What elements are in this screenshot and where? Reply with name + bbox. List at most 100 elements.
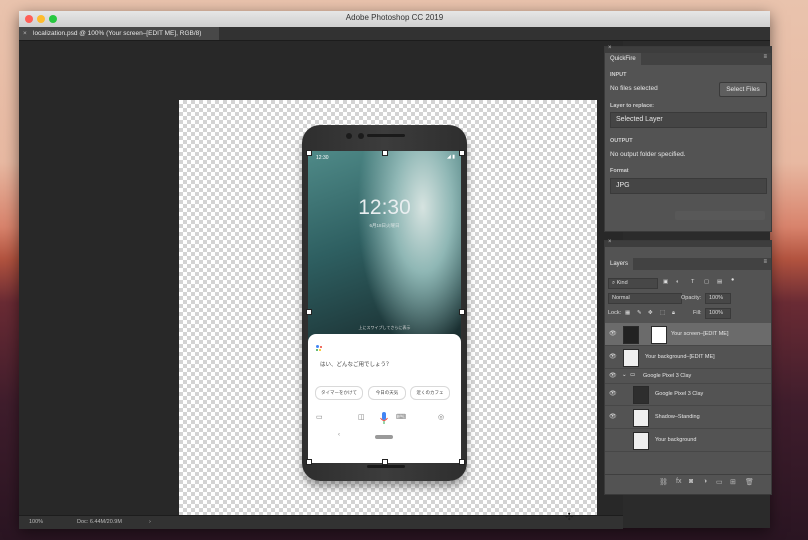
close-tab-icon[interactable]: × <box>23 27 27 40</box>
no-output-text: No output folder specified. <box>610 151 686 158</box>
search-icon: ⌕ <box>612 280 616 286</box>
lock-transparency-icon[interactable]: ▦ <box>625 310 630 316</box>
phone-screen[interactable]: 12:30 ◢ ▮ 12:30 6月18日火曜日 上にスワイプしてさらに表示 は… <box>308 151 461 463</box>
visibility-eye-icon[interactable]: 👁︎ <box>609 390 617 397</box>
visibility-eye-icon[interactable]: 👁︎ <box>609 413 617 420</box>
blend-mode-select[interactable]: Normal <box>608 293 682 304</box>
visibility-eye-icon[interactable]: 👁︎ <box>609 330 617 337</box>
layer-name[interactable]: Your screen–[EDIT ME] <box>671 331 728 337</box>
group-name[interactable]: Google Pixel 3 Clay <box>643 373 691 379</box>
document-tab-label: localization.psd @ 100% (Your screen–[ED… <box>33 30 202 37</box>
transform-handle[interactable] <box>459 309 465 315</box>
front-camera-icon <box>358 133 364 139</box>
microphone-icon[interactable] <box>378 411 390 425</box>
lock-image-icon[interactable]: ✎ <box>637 310 642 316</box>
transform-handle[interactable] <box>382 150 388 156</box>
assistant-logo-icon <box>316 345 324 353</box>
layer-row[interactable]: Your background <box>605 429 771 452</box>
keyboard-icon[interactable]: ⌨ <box>396 413 406 421</box>
trash-icon[interactable]: 🗑︎ <box>745 478 754 486</box>
transform-handle[interactable] <box>382 459 388 465</box>
tab-layers[interactable]: Layers <box>605 258 634 270</box>
link-layers-icon[interactable]: ⛓︎ <box>659 478 668 486</box>
nav-back-icon[interactable]: ‹ <box>338 432 340 438</box>
filter-type-icon[interactable]: T <box>691 279 694 285</box>
transform-handle[interactable] <box>306 309 312 315</box>
tab-quickfire[interactable]: QuickFire <box>605 53 641 65</box>
canvas-area[interactable]: 12:30 ◢ ▮ 12:30 6月18日火曜日 上にスワイプしてさらに表示 は… <box>19 41 623 517</box>
suggestion-chip-weather[interactable]: 今日の天気 <box>368 386 406 400</box>
panel-collapse-bar[interactable]: × <box>605 239 771 247</box>
filter-shape-icon[interactable]: ▢ <box>704 279 709 285</box>
transform-handle[interactable] <box>306 459 312 465</box>
adjustment-layer-icon[interactable]: ◑ <box>703 478 707 485</box>
layers-tabbar: Layers ≡ <box>605 258 771 270</box>
suggestion-chip-cafe[interactable]: 近くのカフェ <box>410 386 450 400</box>
panel-close-icon[interactable]: × <box>608 239 612 245</box>
select-files-button[interactable]: Select Files <box>719 82 767 97</box>
layer-thumbnail <box>633 386 649 404</box>
status-time: 12:30 <box>316 155 329 161</box>
mouse-cursor-icon: ✣ <box>565 512 574 523</box>
create-button-disabled[interactable] <box>675 211 765 220</box>
assistant-prompt: はい、どんなご用でしょう？ <box>320 362 392 368</box>
filter-pixel-icon[interactable]: ▣ <box>663 279 668 285</box>
opacity-label: Opacity: <box>681 295 702 301</box>
layer-row[interactable]: 👁︎ Shadow–Standing <box>605 406 771 429</box>
compass-icon[interactable]: ◎ <box>438 413 444 421</box>
layer-name[interactable]: Google Pixel 3 Clay <box>655 391 703 397</box>
lock-label: Lock: <box>608 310 622 316</box>
nav-home-pill[interactable] <box>375 435 393 439</box>
layer-group-row[interactable]: 👁︎ ⌄ ▭ Google Pixel 3 Clay <box>605 369 771 384</box>
fx-icon[interactable]: fx <box>676 478 681 485</box>
window-title: Adobe Photoshop CC 2019 <box>345 13 444 22</box>
zoom-level[interactable]: 100% <box>29 516 43 529</box>
status-bar: 100% Doc: 6.44M/20.9M › <box>19 515 623 529</box>
layer-to-replace-select[interactable]: Selected Layer <box>610 112 767 128</box>
artboard[interactable]: 12:30 ◢ ▮ 12:30 6月18日火曜日 上にスワイプしてさらに表示 は… <box>179 100 597 517</box>
transform-handle[interactable] <box>459 150 465 156</box>
filter-toggle-icon[interactable]: ● <box>731 277 734 283</box>
new-layer-icon[interactable]: ⊞ <box>730 478 736 486</box>
new-group-icon[interactable]: ▭ <box>716 478 723 486</box>
panel-menu-icon[interactable]: ≡ <box>763 259 767 265</box>
panel-menu-icon[interactable]: ≡ <box>763 54 767 60</box>
panel-close-icon[interactable]: × <box>608 45 612 51</box>
layer-name[interactable]: Your background–[EDIT ME] <box>645 354 715 360</box>
add-mask-icon[interactable]: ◙ <box>689 478 693 485</box>
group-chevron-down-icon[interactable]: ⌄ <box>622 372 627 378</box>
visibility-eye-icon[interactable]: 👁︎ <box>609 353 617 360</box>
filter-smart-object-icon[interactable]: ▤ <box>717 279 722 285</box>
document-tab[interactable]: × localization.psd @ 100% (Your screen–[… <box>19 27 219 40</box>
quickfire-tabbar: QuickFire ≡ <box>605 53 771 65</box>
opacity-input[interactable]: 100% <box>705 293 731 304</box>
lock-all-icon[interactable]: 🔒︎ <box>672 310 675 317</box>
transform-handle[interactable] <box>306 150 312 156</box>
inbox-icon[interactable]: ▭ <box>316 413 323 421</box>
title-bar: Adobe Photoshop CC 2019 <box>19 11 770 27</box>
layer-name[interactable]: Shadow–Standing <box>655 414 700 420</box>
format-select[interactable]: JPG <box>610 178 767 194</box>
statusbar-menu-arrow-icon[interactable]: › <box>149 516 151 529</box>
layer-kind-filter[interactable]: ⌕ Kind <box>608 278 658 289</box>
lock-screen-clock: 12:30 <box>358 196 411 219</box>
lock-artboard-icon[interactable]: ⬚ <box>660 310 665 316</box>
layer-name[interactable]: Your background <box>655 437 696 443</box>
layer-thumbnail <box>633 432 649 450</box>
lock-screen-date: 6月18日火曜日 <box>369 223 400 228</box>
lens-icon[interactable]: ◫ <box>358 413 365 421</box>
no-files-text: No files selected <box>610 85 658 92</box>
lock-position-icon[interactable]: ✥ <box>648 310 653 316</box>
folder-icon: ▭ <box>630 372 636 378</box>
layer-row[interactable]: 👁︎ Your screen–[EDIT ME] <box>605 323 771 346</box>
layer-row[interactable]: 👁︎ Google Pixel 3 Clay <box>605 383 771 406</box>
front-camera-icon <box>346 133 352 139</box>
transform-handle[interactable] <box>459 459 465 465</box>
input-section-header: INPUT <box>610 72 627 78</box>
layer-row[interactable]: 👁︎ Your background–[EDIT ME] <box>605 346 771 369</box>
swipe-hint: 上にスワイプしてさらに表示 <box>358 325 411 330</box>
fill-input[interactable]: 100% <box>705 308 731 319</box>
suggestion-chip-timer[interactable]: タイマーをかけて <box>315 386 363 400</box>
visibility-eye-icon[interactable]: 👁︎ <box>609 372 617 379</box>
filter-adjustment-icon[interactable]: ◐ <box>676 279 679 285</box>
